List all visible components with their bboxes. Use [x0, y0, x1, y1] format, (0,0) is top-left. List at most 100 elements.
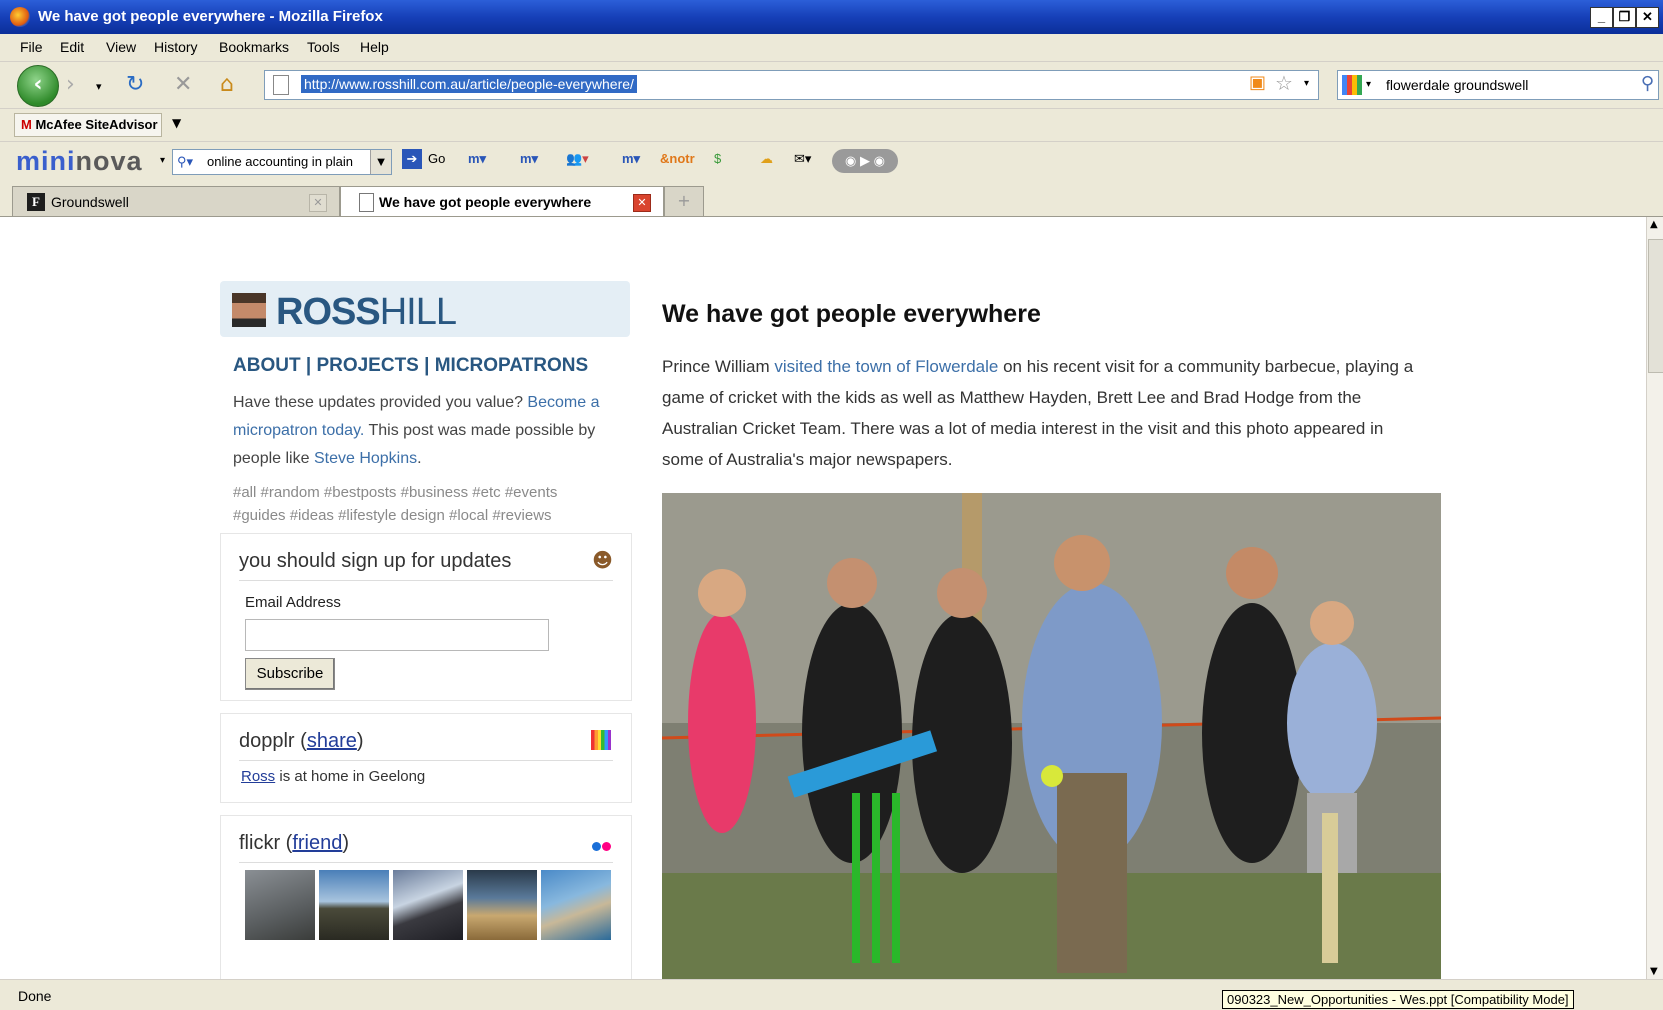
nav-micropatrons[interactable]: MICROPATRONS: [435, 355, 588, 376]
nav-projects[interactable]: PROJECTS: [316, 355, 418, 376]
money-icon[interactable]: $: [714, 151, 721, 166]
weather-icon[interactable]: ☁: [760, 151, 773, 167]
flickr-widget: flickr (friend): [220, 815, 632, 979]
siteadvisor-toolbar: M McAfee SiteAdvisor ▼: [0, 109, 1663, 142]
mcafee-siteadvisor-button[interactable]: M McAfee SiteAdvisor: [14, 113, 162, 137]
close-tab-icon[interactable]: ✕: [309, 194, 327, 212]
mininova-menu-icon[interactable]: m▾: [622, 151, 640, 167]
mcafee-dropdown-icon[interactable]: ▼: [172, 116, 181, 130]
window-title: We have got people everywhere - Mozilla …: [38, 8, 383, 25]
magnifier-icon[interactable]: ⚲: [1641, 73, 1654, 94]
tab-label: We have got people everywhere: [379, 194, 592, 210]
back-arrow-icon[interactable]: ‹: [17, 65, 59, 107]
dopplr-widget: dopplr (share) Ross is at home in Geelon…: [220, 713, 632, 803]
favicon-f-icon: F: [27, 193, 45, 211]
brand-thin: HILL: [379, 291, 457, 333]
dopplr-status: Ross is at home in Geelong: [241, 768, 425, 785]
taskbar-tooltip: 090323_New_Opportunities - Wes.ppt [Comp…: [1222, 990, 1574, 1009]
tags-line[interactable]: #guides #ideas #lifestyle design #local …: [233, 504, 613, 527]
mininova-logo-a: mini: [16, 146, 76, 176]
site-logo[interactable]: ROSSHILL: [276, 291, 457, 334]
status-text: Done: [18, 988, 52, 1004]
mininova-search-input[interactable]: online accounting in plain: [207, 150, 353, 174]
url-text[interactable]: http://www.rosshill.com.au/article/peopl…: [301, 75, 637, 93]
tab-people-everywhere[interactable]: We have got people everywhere ✕: [340, 186, 664, 216]
reload-icon[interactable]: ↻: [126, 72, 144, 97]
scroll-up-icon[interactable]: ▲: [1650, 219, 1658, 230]
firefox-logo-icon: [10, 7, 30, 27]
media-controls-icon[interactable]: ◉ ▶ ◉: [832, 149, 898, 173]
mininova-toolbar: mininova ▾ ⚲▾ online accounting in plain…: [0, 142, 1663, 183]
mininova-search-dropdown-icon[interactable]: ▼: [370, 150, 391, 174]
nav-about[interactable]: ABOUT: [233, 355, 301, 376]
flickr-photo-thumbnail[interactable]: [319, 870, 389, 940]
dopplr-color-icon: [591, 730, 611, 750]
search-input[interactable]: flowerdale groundswell: [1386, 77, 1528, 93]
email-label: Email Address: [245, 594, 341, 611]
mininova-search-box[interactable]: ⚲▾ online accounting in plain ▼: [172, 149, 392, 175]
vertical-scrollbar[interactable]: ▲ ▼: [1646, 217, 1663, 979]
mininova-folder-icon[interactable]: m▾: [468, 151, 486, 167]
engine-dropdown-icon[interactable]: ▾: [1366, 79, 1371, 90]
menu-bookmarks[interactable]: Bookmarks: [219, 39, 289, 55]
menu-edit[interactable]: Edit: [60, 39, 84, 55]
mininova-menu-dropdown-icon[interactable]: ▾: [160, 155, 165, 166]
close-tab-icon[interactable]: ✕: [633, 194, 651, 212]
close-window-button[interactable]: ✕: [1636, 7, 1659, 28]
flickr-dots-icon: [591, 838, 611, 856]
article-body: Prince William visited the town of Flowe…: [662, 351, 1427, 475]
dopplr-share-link[interactable]: share: [307, 730, 357, 752]
star-bookmark-icon[interactable]: ☆: [1275, 71, 1293, 95]
flickr-photo-thumbnail[interactable]: [245, 870, 315, 940]
search-box[interactable]: ▾ flowerdale groundswell ⚲: [1337, 70, 1659, 100]
go-arrow-icon[interactable]: ➔: [402, 149, 422, 169]
subscribe-button[interactable]: Subscribe: [245, 658, 335, 690]
flickr-photo-thumbnail[interactable]: [541, 870, 611, 940]
page-content: ROSSHILL ABOUT | PROJECTS | MICROPATRONS…: [0, 217, 1646, 979]
notr-button[interactable]: &notr: [660, 151, 695, 166]
new-tab-button[interactable]: +: [664, 186, 704, 216]
people-icon[interactable]: 👥▾: [566, 151, 589, 167]
flickr-photo-thumbnail[interactable]: [467, 870, 537, 940]
dopplr-status-text: is at home in Geelong: [275, 768, 426, 785]
dopplr-title: dopplr: [239, 730, 295, 752]
mail-icon[interactable]: ✉▾: [794, 151, 811, 167]
flickr-heading: flickr (friend): [239, 832, 350, 854]
site-header[interactable]: ROSSHILL: [220, 281, 630, 337]
tags-line[interactable]: #all #random #bestposts #business #etc #…: [233, 481, 613, 504]
home-icon[interactable]: ⌂: [220, 72, 234, 97]
page-icon: [273, 75, 289, 95]
email-field[interactable]: [245, 619, 549, 651]
scrollbar-thumb[interactable]: [1648, 239, 1663, 373]
flickr-friend-link[interactable]: friend: [292, 832, 342, 854]
menu-view[interactable]: View: [106, 39, 136, 55]
article-title: We have got people everywhere: [662, 300, 1041, 328]
menu-history[interactable]: History: [154, 39, 198, 55]
dopplr-heading: dopplr (share): [239, 730, 364, 752]
tab-groundswell[interactable]: F Groundswell ✕: [12, 186, 340, 216]
rss-feed-icon[interactable]: ▣: [1249, 72, 1266, 93]
url-dropdown-icon[interactable]: ▾: [1304, 78, 1309, 89]
ross-link[interactable]: Ross: [241, 768, 275, 785]
url-bar[interactable]: http://www.rosshill.com.au/article/peopl…: [264, 70, 1319, 100]
notr-label: notr: [669, 151, 695, 166]
history-dropdown-icon[interactable]: ▾: [96, 80, 102, 93]
stop-icon[interactable]: ✕: [174, 72, 192, 97]
forward-arrow-icon[interactable]: ›: [66, 72, 75, 97]
menu-help[interactable]: Help: [360, 39, 389, 55]
menu-tools[interactable]: Tools: [307, 39, 340, 55]
steve-hopkins-link[interactable]: Steve Hopkins: [314, 450, 417, 467]
scroll-down-icon[interactable]: ▼: [1650, 966, 1658, 977]
site-nav: ABOUT | PROJECTS | MICROPATRONS: [233, 355, 588, 377]
flickr-photo-thumbnail[interactable]: [393, 870, 463, 940]
value-text: .: [417, 450, 422, 467]
menu-file[interactable]: File: [20, 39, 43, 55]
go-button[interactable]: Go: [428, 151, 445, 166]
mininova-logo[interactable]: mininova: [16, 146, 143, 177]
mininova-upload-icon[interactable]: m▾: [520, 151, 538, 167]
maximize-button[interactable]: ❐: [1613, 7, 1636, 28]
flowerdale-link[interactable]: visited the town of Flowerdale: [774, 357, 998, 376]
mininova-logo-b: nova: [75, 146, 143, 176]
google-search-engine-icon[interactable]: [1342, 75, 1362, 95]
minimize-button[interactable]: _: [1590, 7, 1613, 28]
